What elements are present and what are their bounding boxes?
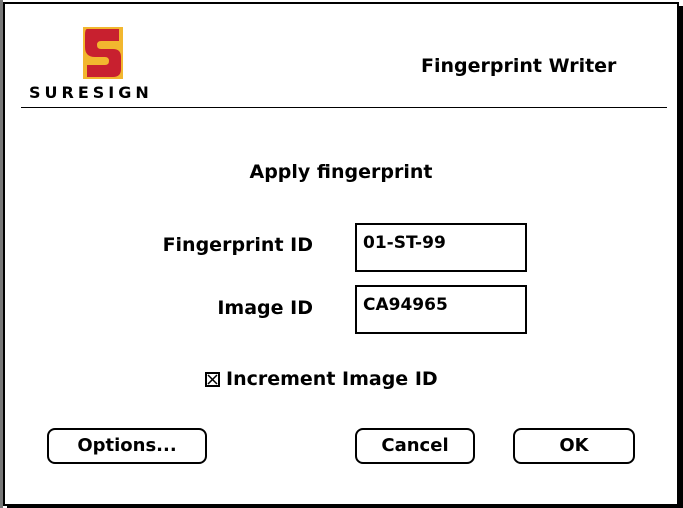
image-id-field[interactable]: CA94965 [355, 285, 527, 334]
fingerprint-id-label: Fingerprint ID [162, 234, 313, 256]
header-divider [21, 107, 667, 108]
options-button[interactable]: Options... [47, 428, 207, 464]
checkbox-checked-icon[interactable] [205, 371, 220, 387]
app-title: Fingerprint Writer [421, 55, 617, 77]
fingerprint-writer-dialog: SURESIGN Fingerprint Writer Apply finger… [3, 2, 679, 506]
cancel-button[interactable]: Cancel [355, 428, 475, 464]
increment-image-id-row[interactable]: Increment Image ID [205, 368, 438, 390]
increment-image-id-label: Increment Image ID [226, 368, 438, 390]
suresign-logo-icon [83, 27, 123, 79]
ok-button[interactable]: OK [513, 428, 635, 464]
fingerprint-id-field[interactable]: 01-ST-99 [355, 223, 527, 272]
brand-name: SURESIGN [29, 83, 153, 102]
image-id-label: Image ID [217, 297, 313, 319]
dialog-heading: Apply fingerprint [249, 161, 433, 183]
